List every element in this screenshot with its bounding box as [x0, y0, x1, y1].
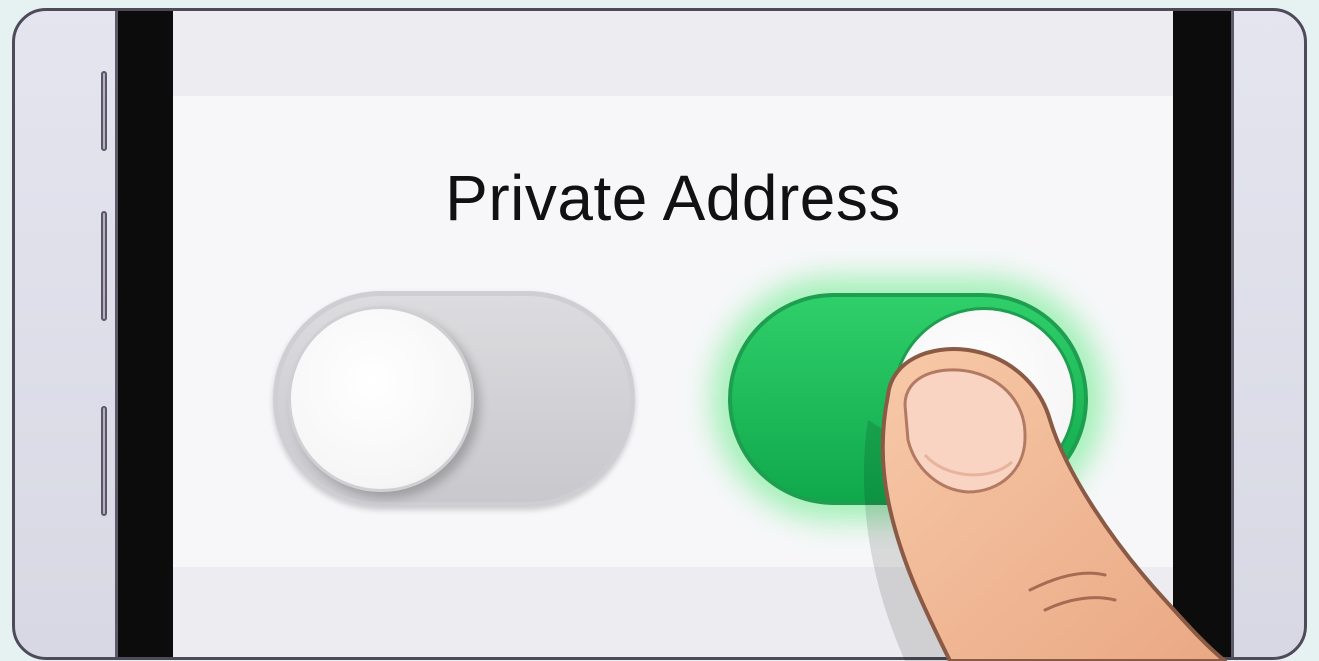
- screen-bottom-band: [173, 567, 1173, 657]
- toggle-switch-off[interactable]: [273, 291, 635, 507]
- toggle-knob: [288, 306, 474, 492]
- phone-bezel-right: [1173, 11, 1234, 657]
- phone-side-button: [101, 211, 107, 321]
- phone-screen: Private Address: [173, 11, 1173, 657]
- phone-side-button: [101, 406, 107, 516]
- phone-bezel-left: [115, 11, 176, 657]
- phone-frame: Private Address: [12, 8, 1307, 660]
- phone-side-button: [101, 71, 107, 151]
- toggle-switch-on[interactable]: [728, 293, 1088, 505]
- page-title: Private Address: [445, 162, 901, 234]
- illustration: Private Address: [0, 0, 1319, 661]
- toggle-knob: [892, 307, 1076, 491]
- screen-top-band: [173, 11, 1173, 96]
